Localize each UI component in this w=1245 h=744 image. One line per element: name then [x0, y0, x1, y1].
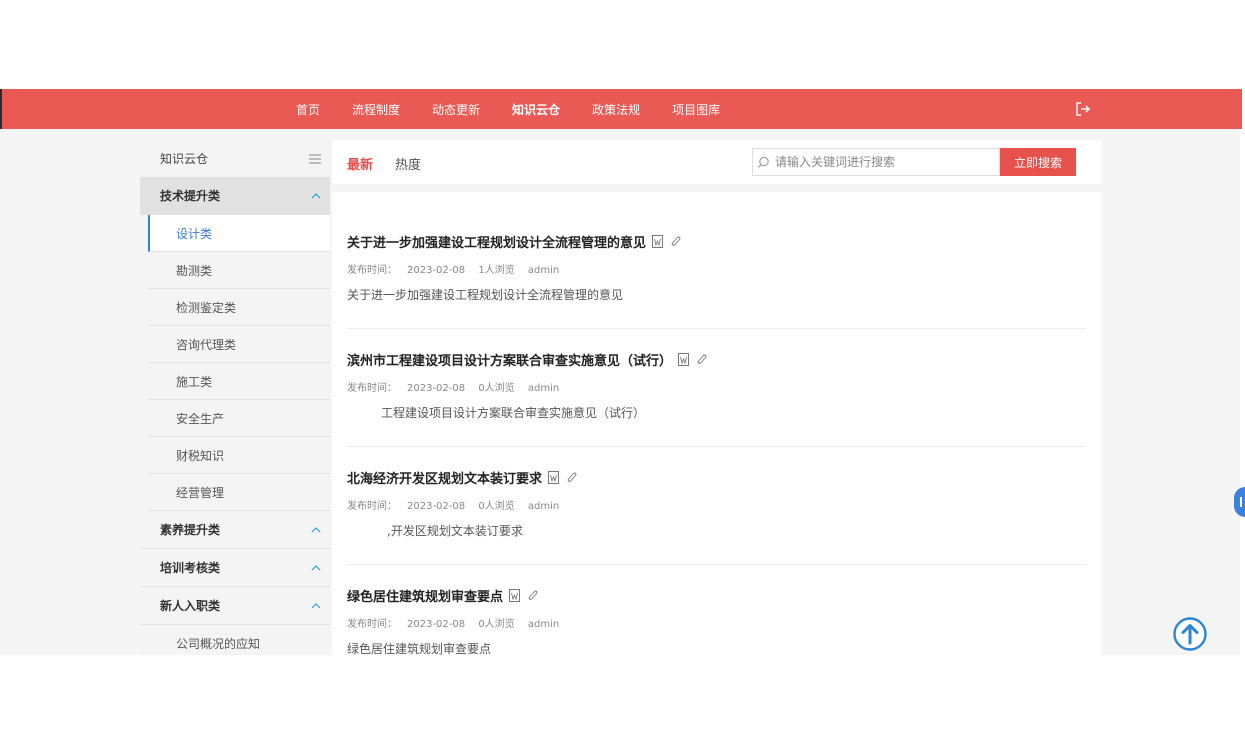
publish-date: 2023-02-08	[407, 265, 466, 276]
search-box	[752, 148, 1000, 176]
publish-label: 发布时间：	[347, 619, 397, 630]
sidebar-header: 知识云仓	[140, 140, 330, 177]
article-title-text: 关于进一步加强建设工程规划设计全流程管理的意见	[347, 236, 647, 251]
bottom-blank-area	[0, 655, 1245, 744]
sidebar-group-literacy[interactable]: 素养提升类	[140, 511, 330, 549]
article-meta: 发布时间： 2023-02-08 0人浏览 admin	[347, 497, 569, 512]
list-item[interactable]: 绿色居住建筑规划审查要点 发布时间： 2023-02-08 0人浏览 admin …	[347, 586, 1086, 655]
publish-label: 发布时间：	[347, 501, 397, 512]
sidebar-item-finance[interactable]: 财税知识	[148, 437, 330, 474]
view-count: 1人浏览	[478, 265, 515, 276]
sidebar-item-company-overview[interactable]: 公司概况的应知	[148, 625, 330, 655]
logout-icon[interactable]	[1074, 100, 1092, 118]
sidebar-item-design[interactable]: 设计类	[148, 215, 330, 252]
word-doc-icon	[678, 353, 690, 366]
attachment-icon	[697, 354, 707, 364]
article-meta: 发布时间： 2023-02-08 1人浏览 admin	[347, 261, 569, 276]
top-navbar: 首页 流程制度 动态更新 知识云仓 政策法规 项目图库	[0, 89, 1242, 129]
article-summary: 工程建设项目设计方案联合审查实施意见（试行）	[381, 406, 646, 420]
attachment-icon	[567, 472, 577, 482]
nav-item-process[interactable]: 流程制度	[336, 101, 416, 118]
chevron-up-icon	[311, 564, 321, 570]
sidebar-item-safety[interactable]: 安全生产	[148, 400, 330, 437]
sidebar-group-label: 新人入职类	[160, 599, 221, 613]
publish-date: 2023-02-08	[407, 501, 466, 512]
article-title[interactable]: 绿色居住建筑规划审查要点	[347, 586, 539, 605]
article-meta: 发布时间： 2023-02-08 0人浏览 admin	[347, 615, 569, 630]
chevron-up-icon	[311, 602, 321, 608]
search-icon	[758, 156, 769, 168]
side-chat-tab[interactable]	[1234, 487, 1245, 517]
tab-latest[interactable]: 最新	[347, 154, 373, 173]
author: admin	[527, 265, 560, 276]
article-list: 关于进一步加强建设工程规划设计全流程管理的意见 发布时间： 2023-02-08 …	[332, 192, 1101, 655]
publish-date: 2023-02-08	[407, 619, 466, 630]
view-count: 0人浏览	[478, 619, 515, 630]
view-count: 0人浏览	[478, 501, 515, 512]
word-doc-icon	[652, 235, 664, 248]
article-title-text: 北海经济开发区规划文本装订要求	[347, 472, 543, 487]
chevron-up-icon	[311, 192, 321, 198]
author: admin	[527, 501, 560, 512]
publish-date: 2023-02-08	[407, 383, 466, 394]
sidebar-item-inspection[interactable]: 检测鉴定类	[148, 289, 330, 326]
nav-item-knowledge[interactable]: 知识云仓	[496, 101, 576, 118]
list-item[interactable]: 北海经济开发区规划文本装订要求 发布时间： 2023-02-08 0人浏览 adm…	[347, 468, 1086, 565]
arrow-up-circle-icon[interactable]	[1172, 616, 1208, 652]
search-button[interactable]: 立即搜索	[1000, 148, 1076, 176]
search-input[interactable]	[773, 154, 997, 170]
sidebar-item-construction[interactable]: 施工类	[148, 363, 330, 400]
sidebar-title: 知识云仓	[160, 152, 209, 166]
chevron-up-icon	[311, 526, 321, 532]
sidebar: 知识云仓 技术提升类 设计类 勘测类 检测鉴定类 咨询代理类 施工类 安全生产 …	[140, 140, 330, 655]
nav-item-policy[interactable]: 政策法规	[576, 101, 656, 118]
author: admin	[527, 383, 560, 394]
sidebar-group-label: 培训考核类	[160, 561, 221, 575]
attachment-icon	[671, 236, 681, 246]
sidebar-group-training[interactable]: 培训考核类	[140, 549, 330, 587]
list-item[interactable]: 关于进一步加强建设工程规划设计全流程管理的意见 发布时间： 2023-02-08 …	[347, 232, 1086, 329]
sidebar-group-label: 素养提升类	[160, 523, 221, 537]
view-count: 0人浏览	[478, 383, 515, 394]
article-summary: 关于进一步加强建设工程规划设计全流程管理的意见	[347, 288, 624, 302]
publish-label: 发布时间：	[347, 383, 397, 394]
menu-icon[interactable]	[308, 153, 322, 165]
content-toolbar: 最新 热度 立即搜索	[332, 140, 1101, 184]
nav-menu: 首页 流程制度 动态更新 知识云仓 政策法规 项目图库	[280, 89, 736, 129]
sidebar-item-management[interactable]: 经营管理	[148, 474, 330, 511]
list-item[interactable]: 滨州市工程建设项目设计方案联合审查实施意见（试行） 发布时间： 2023-02-0…	[347, 350, 1086, 447]
sidebar-group-label: 技术提升类	[160, 189, 221, 203]
sidebar-group-tech[interactable]: 技术提升类	[140, 177, 330, 215]
article-title-text: 滨州市工程建设项目设计方案联合审查实施意见（试行）	[347, 354, 673, 369]
sidebar-item-survey[interactable]: 勘测类	[148, 252, 330, 289]
attachment-icon	[528, 590, 538, 600]
nav-item-gallery[interactable]: 项目图库	[656, 101, 736, 118]
author: admin	[527, 619, 560, 630]
word-doc-icon	[509, 589, 521, 602]
article-title[interactable]: 滨州市工程建设项目设计方案联合审查实施意见（试行）	[347, 350, 708, 369]
word-doc-icon	[548, 471, 560, 484]
article-title-text: 绿色居住建筑规划审查要点	[347, 590, 504, 605]
article-title[interactable]: 北海经济开发区规划文本装订要求	[347, 468, 578, 487]
article-summary: 绿色居住建筑规划审查要点	[347, 642, 492, 655]
article-summary: ,开发区规划文本装订要求	[387, 524, 523, 538]
sidebar-group-onboarding[interactable]: 新人入职类	[140, 587, 330, 625]
tab-hot[interactable]: 热度	[395, 154, 421, 173]
nav-item-updates[interactable]: 动态更新	[416, 101, 496, 118]
top-blank-area	[0, 0, 1245, 89]
nav-item-home[interactable]: 首页	[280, 101, 336, 118]
article-meta: 发布时间： 2023-02-08 0人浏览 admin	[347, 379, 569, 394]
article-title[interactable]: 关于进一步加强建设工程规划设计全流程管理的意见	[347, 232, 682, 251]
publish-label: 发布时间：	[347, 265, 397, 276]
sidebar-item-consulting[interactable]: 咨询代理类	[148, 326, 330, 363]
